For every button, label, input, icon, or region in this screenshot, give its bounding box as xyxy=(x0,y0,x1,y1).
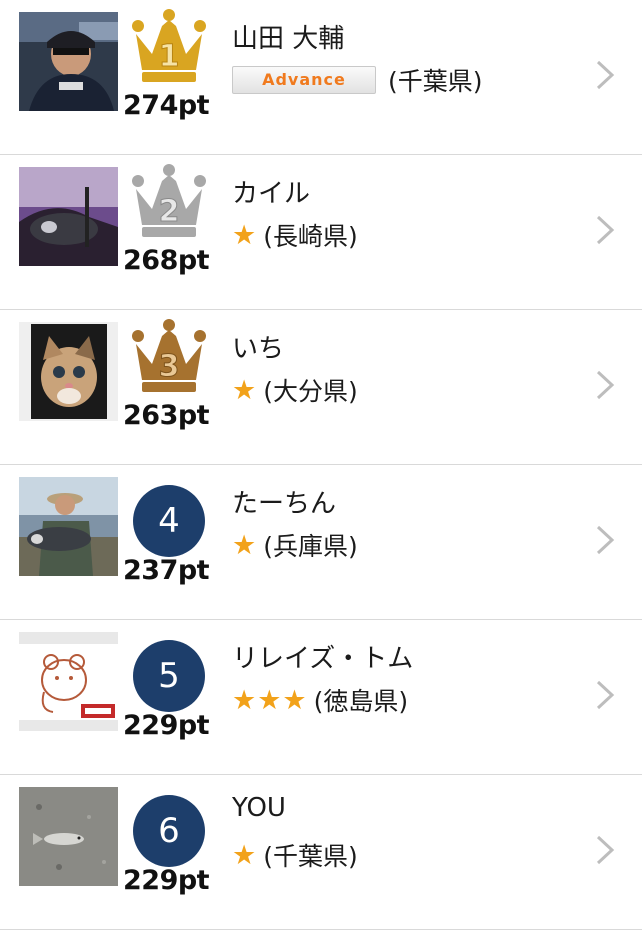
chevron-right-icon xyxy=(596,835,615,865)
user-meta: ★ (大分県) xyxy=(232,372,358,408)
user-prefecture: (兵庫県) xyxy=(263,532,358,561)
user-prefecture: (徳島県) xyxy=(313,687,409,716)
ranking-row-2[interactable]: 2 268pt カイル ★ (長崎県) xyxy=(0,155,642,310)
user-meta: ★ (長崎県) xyxy=(232,217,358,253)
user-meta: ★★★ (徳島県) xyxy=(232,682,408,718)
svg-text:2: 2 xyxy=(159,194,180,229)
silver-crown-badge: 2 xyxy=(130,163,208,241)
svg-text:3: 3 xyxy=(159,349,180,384)
user-prefecture: (長崎県) xyxy=(263,222,358,251)
chevron-right-icon xyxy=(596,525,615,555)
gold-crown-badge: 1 xyxy=(130,8,208,86)
user-points: 268pt xyxy=(123,245,210,276)
bronze-crown-badge: 3 xyxy=(130,318,208,396)
user-prefecture: (千葉県) xyxy=(388,67,483,96)
ranking-row-6[interactable]: 6 229pt YOU ★ (千葉県) xyxy=(0,775,642,930)
ranking-row-3[interactable]: 3 263pt いち ★ (大分県) xyxy=(0,310,642,465)
chevron-right-icon xyxy=(596,60,615,90)
star-rating: ★ xyxy=(232,529,258,561)
user-meta: Advance (千葉県) xyxy=(232,62,483,98)
ranking-list: 1 274pt 山田 大輔 Advance (千葉県) 2 268pt カイル … xyxy=(0,0,642,930)
user-points: 237pt xyxy=(123,555,210,586)
user-name: 山田 大輔 xyxy=(232,24,345,54)
user-avatar xyxy=(19,322,118,421)
user-avatar xyxy=(19,167,118,266)
user-name: リレイズ・トム xyxy=(232,644,414,674)
user-points: 274pt xyxy=(123,90,210,121)
user-points: 229pt xyxy=(123,710,210,741)
user-prefecture: (千葉県) xyxy=(263,842,358,871)
user-meta: ★ (兵庫県) xyxy=(232,527,358,563)
user-meta: ★ (千葉県) xyxy=(232,837,358,873)
ranking-row-5[interactable]: 5 229pt リレイズ・トム ★★★ (徳島県) xyxy=(0,620,642,775)
chevron-right-icon xyxy=(596,370,615,400)
rank-number-badge: 4 xyxy=(133,485,205,557)
chevron-right-icon xyxy=(596,215,615,245)
svg-text:1: 1 xyxy=(159,39,180,74)
user-points: 263pt xyxy=(123,400,210,431)
user-avatar xyxy=(19,477,118,576)
user-prefecture: (大分県) xyxy=(263,377,358,406)
user-name: カイル xyxy=(232,179,311,209)
user-name: いち xyxy=(232,334,285,364)
star-rating: ★ xyxy=(232,839,258,871)
advance-tag: Advance xyxy=(232,66,376,94)
star-rating: ★ xyxy=(232,374,258,406)
user-points: 229pt xyxy=(123,865,210,896)
user-avatar xyxy=(19,632,118,731)
user-name: YOU xyxy=(232,793,286,823)
ranking-row-4[interactable]: 4 237pt たーちん ★ (兵庫県) xyxy=(0,465,642,620)
star-rating: ★ xyxy=(232,219,258,251)
rank-number-badge: 6 xyxy=(133,795,205,867)
user-name: たーちん xyxy=(232,489,337,519)
user-avatar xyxy=(19,787,118,886)
chevron-right-icon xyxy=(596,680,615,710)
user-avatar xyxy=(19,12,118,111)
ranking-row-1[interactable]: 1 274pt 山田 大輔 Advance (千葉県) xyxy=(0,0,642,155)
rank-number-badge: 5 xyxy=(133,640,205,712)
star-rating: ★★★ xyxy=(232,684,308,716)
